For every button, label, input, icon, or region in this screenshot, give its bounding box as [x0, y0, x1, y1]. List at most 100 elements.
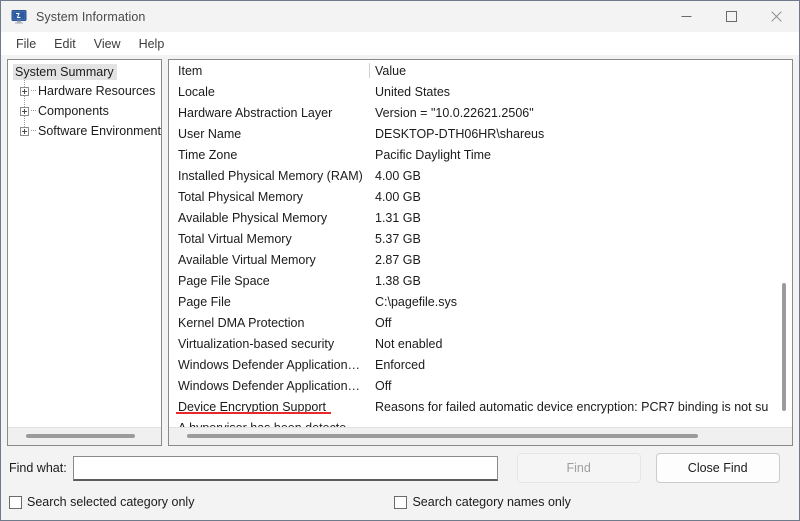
row-value: Not enabled — [375, 336, 443, 351]
tree-item-label: Hardware Resources — [38, 84, 156, 98]
details-vscroll-thumb[interactable] — [782, 283, 786, 411]
table-row[interactable]: A hypervisor has been detecte… — [169, 417, 792, 428]
row-item: User Name — [178, 126, 242, 141]
maximize-button[interactable] — [709, 1, 754, 32]
find-button[interactable]: Find — [516, 453, 641, 483]
row-value: 4.00 GB — [375, 168, 421, 183]
tree-item-hardware-resources[interactable]: Hardware Resources — [13, 81, 161, 101]
row-value: United States — [375, 84, 451, 99]
row-value: DESKTOP-DTH06HR\shareus — [375, 126, 545, 141]
search-selected-category-label: Search selected category only — [27, 495, 195, 509]
column-divider[interactable] — [369, 63, 370, 78]
table-row[interactable]: Available Virtual Memory 2.87 GB — [169, 249, 792, 270]
plus-icon[interactable] — [20, 86, 29, 96]
row-item: Device Encryption Support — [169, 400, 369, 414]
table-row[interactable]: Virtualization-based security Not enable… — [169, 333, 792, 354]
row-item: Page File — [178, 294, 231, 309]
table-row[interactable]: User Name DESKTOP-DTH06HR\shareus — [169, 123, 792, 144]
find-input-row: Find what: Find Close Find — [9, 446, 791, 490]
table-row[interactable]: Locale United States — [169, 81, 792, 102]
row-value: C:\pagefile.sys — [375, 294, 457, 309]
category-tree-pane: System Summary Hardware Resources Compon… — [7, 59, 162, 446]
row-value: 2.87 GB — [375, 252, 421, 267]
table-row[interactable]: Total Physical Memory 4.00 GB — [169, 186, 792, 207]
table-row[interactable]: Page File C:\pagefile.sys — [169, 291, 792, 312]
system-information-icon — [11, 9, 27, 25]
details-header-row: Item Value — [169, 60, 792, 81]
column-header-value[interactable]: Value — [369, 64, 792, 78]
details-vertical-scrollbar[interactable] — [779, 61, 790, 426]
tree-connector-stub — [31, 90, 36, 92]
table-row[interactable]: Kernel DMA Protection Off — [169, 312, 792, 333]
search-category-names-label: Search category names only — [412, 495, 571, 509]
red-underline-annotation — [176, 411, 331, 414]
row-item: Available Virtual Memory — [178, 252, 316, 267]
window-title: System Information — [36, 9, 146, 24]
row-item: Total Virtual Memory — [178, 231, 292, 246]
table-row[interactable]: Windows Defender Application… Off — [169, 375, 792, 396]
find-bar: Find what: Find Close Find Search select… — [1, 446, 799, 520]
find-input[interactable] — [72, 455, 498, 481]
table-row[interactable]: Installed Physical Memory (RAM) 4.00 GB — [169, 165, 792, 186]
category-tree: System Summary Hardware Resources Compon… — [8, 60, 161, 427]
details-hscroll-thumb[interactable] — [187, 434, 698, 438]
tree-hscroll-thumb[interactable] — [26, 434, 135, 438]
column-header-item[interactable]: Item — [169, 64, 369, 78]
plus-icon[interactable] — [20, 106, 29, 116]
tree-connector-stub — [31, 130, 36, 132]
row-value: Pacific Daylight Time — [375, 147, 492, 162]
menu-item-file[interactable]: File — [7, 35, 45, 53]
row-item: Hardware Abstraction Layer — [178, 105, 333, 120]
details-list-pane: Item Value Locale United States Hardware… — [168, 59, 793, 446]
close-icon — [771, 11, 782, 22]
row-value: Version = "10.0.22621.2506" — [375, 105, 534, 120]
menu-item-help[interactable]: Help — [130, 35, 174, 53]
tree-item-label: Components — [38, 104, 109, 118]
search-category-names-checkbox[interactable] — [394, 495, 408, 509]
search-selected-category-checkbox[interactable] — [9, 495, 22, 509]
table-row[interactable]: Available Physical Memory 1.31 GB — [169, 207, 792, 228]
tree-item-software-environment[interactable]: Software Environment — [13, 121, 161, 141]
plus-icon[interactable] — [20, 126, 29, 136]
details-horizontal-scrollbar[interactable] — [169, 427, 792, 445]
row-item: Kernel DMA Protection — [178, 315, 305, 330]
main-content: System Summary Hardware Resources Compon… — [1, 55, 799, 446]
title-bar: System Information — [1, 1, 799, 32]
table-row[interactable]: Hardware Abstraction Layer Version = "10… — [169, 102, 792, 123]
row-value: Off — [375, 315, 392, 330]
minimize-icon — [681, 16, 692, 17]
maximize-icon — [726, 11, 737, 22]
menu-item-view[interactable]: View — [85, 35, 130, 53]
row-item: Available Physical Memory — [178, 210, 328, 225]
row-value: 1.38 GB — [375, 273, 421, 288]
menu-item-edit[interactable]: Edit — [45, 35, 85, 53]
row-value: Enforced — [375, 357, 426, 372]
tree-item-components[interactable]: Components — [13, 101, 161, 121]
table-row[interactable]: Total Virtual Memory 5.37 GB — [169, 228, 792, 249]
table-row[interactable]: Time Zone Pacific Daylight Time — [169, 144, 792, 165]
row-item: Windows Defender Application… — [178, 378, 361, 393]
tree-horizontal-scrollbar[interactable] — [8, 427, 161, 445]
row-value: 4.00 GB — [375, 189, 421, 204]
table-row[interactable]: Page File Space 1.38 GB — [169, 270, 792, 291]
details-list: Item Value Locale United States Hardware… — [169, 60, 792, 427]
row-item: Windows Defender Application… — [178, 357, 361, 372]
tree-connector-stub — [31, 110, 36, 112]
tree-item-system-summary[interactable]: System Summary — [13, 64, 117, 80]
row-item: Locale — [178, 84, 215, 99]
search-category-names-option[interactable]: Search category names only — [394, 495, 571, 509]
find-options-row: Search selected category only Search cat… — [9, 490, 791, 514]
row-item: Installed Physical Memory (RAM) — [178, 168, 363, 183]
row-item: Time Zone — [178, 147, 238, 162]
minimize-button[interactable] — [664, 1, 709, 32]
row-item: Total Physical Memory — [178, 189, 304, 204]
table-row[interactable]: Windows Defender Application… Enforced — [169, 354, 792, 375]
row-value: Off — [375, 378, 392, 393]
find-what-label: Find what: — [9, 461, 67, 475]
close-button[interactable] — [754, 1, 799, 32]
system-information-window: System Information File Edit View Help S… — [0, 0, 800, 521]
search-selected-category-option[interactable]: Search selected category only — [9, 495, 194, 509]
close-find-button[interactable]: Close Find — [655, 453, 780, 483]
table-row-device-encryption-support[interactable]: Device Encryption Support Reasons for fa… — [169, 396, 792, 417]
window-controls — [664, 1, 799, 32]
